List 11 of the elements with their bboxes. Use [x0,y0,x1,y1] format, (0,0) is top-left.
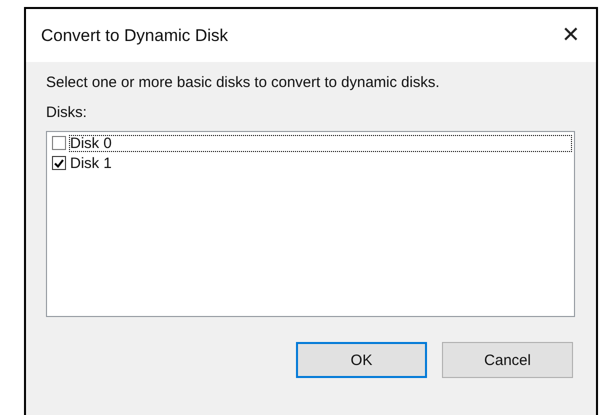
list-label: Disks: [46,104,87,121]
close-button[interactable]: ✕ [560,23,582,48]
disk-item[interactable]: Disk 1 [69,154,113,172]
ok-button[interactable]: OK [296,342,427,378]
checkbox[interactable] [52,136,66,150]
instruction-text: Select one or more basic disks to convert to dynamic disks. [46,74,440,91]
cancel-button[interactable]: Cancel [442,342,573,378]
checkmark-icon [54,158,64,168]
window-title: Convert to Dynamic Disk [41,26,228,46]
disk-item[interactable]: Disk 0 [69,134,572,152]
checkbox[interactable] [52,156,66,170]
